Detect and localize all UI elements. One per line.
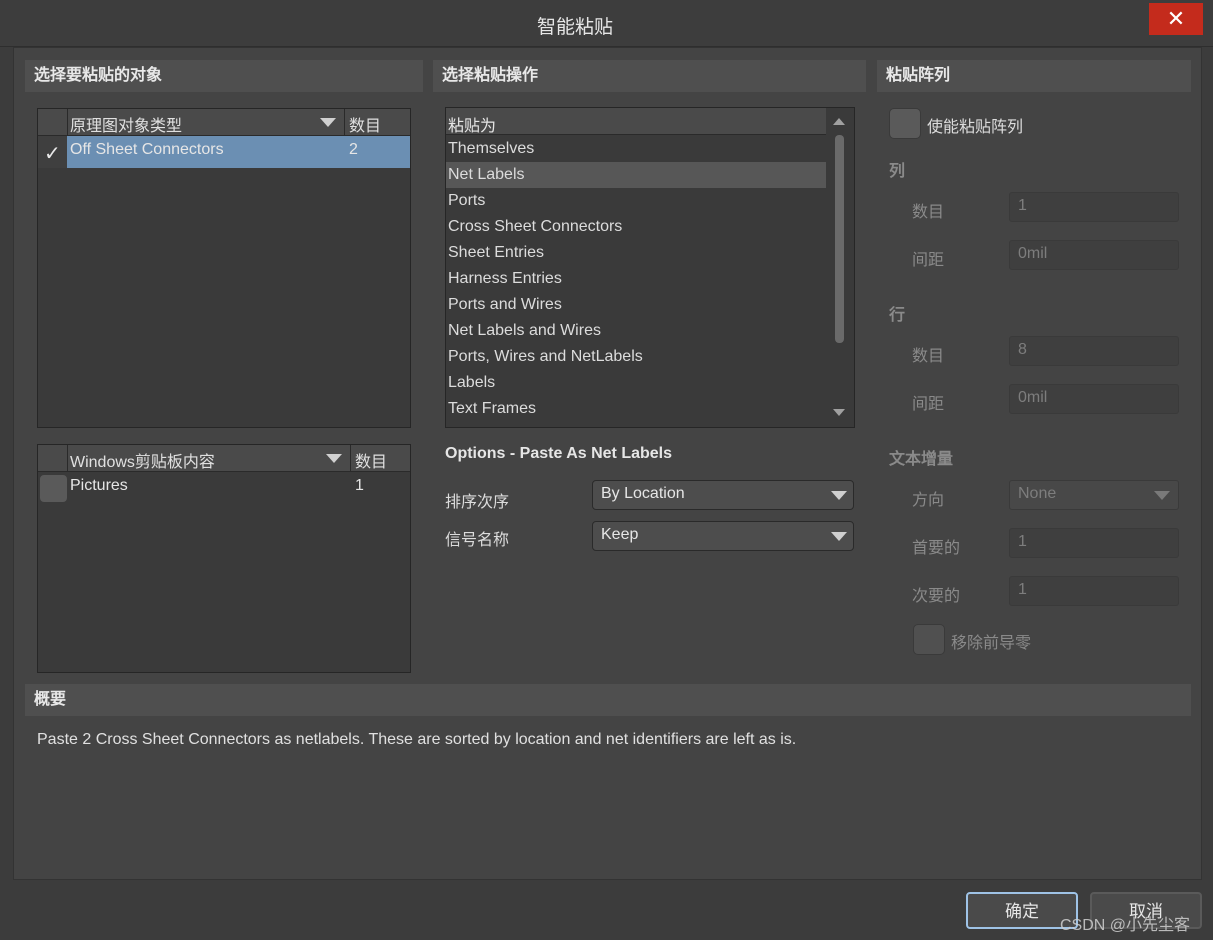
enable-array-checkbox[interactable] — [889, 108, 921, 139]
objects-table: 原理图对象类型 数目 ✓ Off Sheet Connectors 2 — [37, 108, 411, 428]
clipboard-table: Windows剪贴板内容 数目 Pictures 1 — [37, 444, 411, 673]
section-header-paste-array: 粘贴阵列 — [877, 60, 1191, 92]
list-item[interactable]: Text Frames — [448, 396, 536, 422]
secondary-label: 次要的 — [912, 588, 961, 605]
signal-name-value: Keep — [601, 526, 639, 543]
text-increment-title: 文本增量 — [889, 451, 954, 468]
scrollbar-thumb[interactable] — [835, 135, 844, 343]
signal-name-select[interactable]: Keep — [592, 521, 854, 551]
clipboard-item-count: 1 — [355, 477, 364, 494]
paste-as-list-header — [446, 108, 826, 135]
list-item[interactable]: Net Labels and Wires — [448, 318, 601, 344]
signal-name-label: 信号名称 — [445, 532, 510, 549]
primary-label: 首要的 — [912, 540, 961, 557]
row-count-input[interactable]: 8 — [1009, 336, 1179, 366]
clipboard-table-header: Windows剪贴板内容 数目 — [38, 445, 410, 472]
sort-dropdown-icon[interactable] — [320, 118, 336, 127]
remove-zeros-checkbox[interactable] — [913, 624, 945, 655]
column-header-object-type[interactable]: 原理图对象类型 — [70, 112, 182, 136]
column-count-label: 数目 — [912, 204, 945, 221]
clipboard-item-name: Pictures — [70, 477, 128, 494]
scroll-up-icon[interactable] — [833, 118, 845, 125]
list-item[interactable]: Harness Entries — [448, 266, 562, 292]
section-header-paste-actions: 选择粘贴操作 — [433, 60, 866, 92]
remove-zeros-label: 移除前导零 — [951, 635, 1032, 652]
objects-table-header: 原理图对象类型 数目 — [38, 109, 410, 136]
paste-as-header-label: 粘贴为 — [448, 118, 497, 135]
secondary-input[interactable]: 1 — [1009, 576, 1179, 606]
sort-dropdown-icon[interactable] — [326, 454, 342, 463]
row-section-title: 行 — [889, 307, 906, 324]
sort-order-select[interactable]: By Location — [592, 480, 854, 510]
list-item[interactable]: Themselves — [448, 136, 534, 162]
column-header-count[interactable]: 数目 — [349, 112, 381, 136]
list-item[interactable]: Cross Sheet Connectors — [448, 214, 622, 240]
object-type-name: Off Sheet Connectors — [70, 141, 224, 158]
chevron-down-icon — [831, 491, 847, 500]
row-count-label: 数目 — [912, 348, 945, 365]
section-header-objects: 选择要粘贴的对象 — [25, 60, 423, 92]
row-spacing-input[interactable]: 0mil — [1009, 384, 1179, 414]
options-title: Options - Paste As Net Labels — [445, 445, 673, 462]
check-icon[interactable]: ✓ — [44, 141, 61, 166]
section-header-summary: 概要 — [25, 684, 1191, 716]
list-item[interactable]: Sheet Entries — [448, 240, 544, 266]
summary-text: Paste 2 Cross Sheet Connectors as netlab… — [37, 731, 797, 748]
scroll-down-icon[interactable] — [833, 409, 845, 416]
chevron-down-icon — [1154, 491, 1170, 500]
column-count-input[interactable]: 1 — [1009, 192, 1179, 222]
column-spacing-label: 间距 — [912, 252, 945, 269]
column-spacing-input[interactable]: 0mil — [1009, 240, 1179, 270]
watermark-text: CSDN @小先尘客 — [1060, 917, 1191, 934]
column-section-title: 列 — [889, 163, 906, 180]
list-item[interactable]: Ports and Wires — [448, 292, 562, 318]
chevron-down-icon — [831, 532, 847, 541]
close-button[interactable]: ✕ — [1149, 3, 1203, 35]
sort-order-label: 排序次序 — [445, 494, 510, 511]
enable-array-label: 使能粘贴阵列 — [927, 119, 1024, 136]
column-header-clipboard[interactable]: Windows剪贴板内容 — [70, 448, 215, 472]
sort-order-value: By Location — [601, 485, 685, 502]
dialog-title: 智能粘贴 — [536, 17, 613, 38]
direction-label: 方向 — [912, 492, 945, 509]
list-item[interactable]: Labels — [448, 370, 495, 396]
object-count: 2 — [349, 141, 358, 158]
list-item[interactable]: Ports, Wires and NetLabels — [448, 344, 643, 370]
list-item[interactable]: Ports — [448, 188, 485, 214]
primary-input[interactable]: 1 — [1009, 528, 1179, 558]
row-spacing-label: 间距 — [912, 396, 945, 413]
pictures-checkbox[interactable] — [39, 474, 68, 503]
direction-select[interactable]: None — [1009, 480, 1179, 510]
list-item-selected[interactable]: Net Labels — [446, 162, 826, 188]
column-header-count[interactable]: 数目 — [355, 448, 387, 472]
